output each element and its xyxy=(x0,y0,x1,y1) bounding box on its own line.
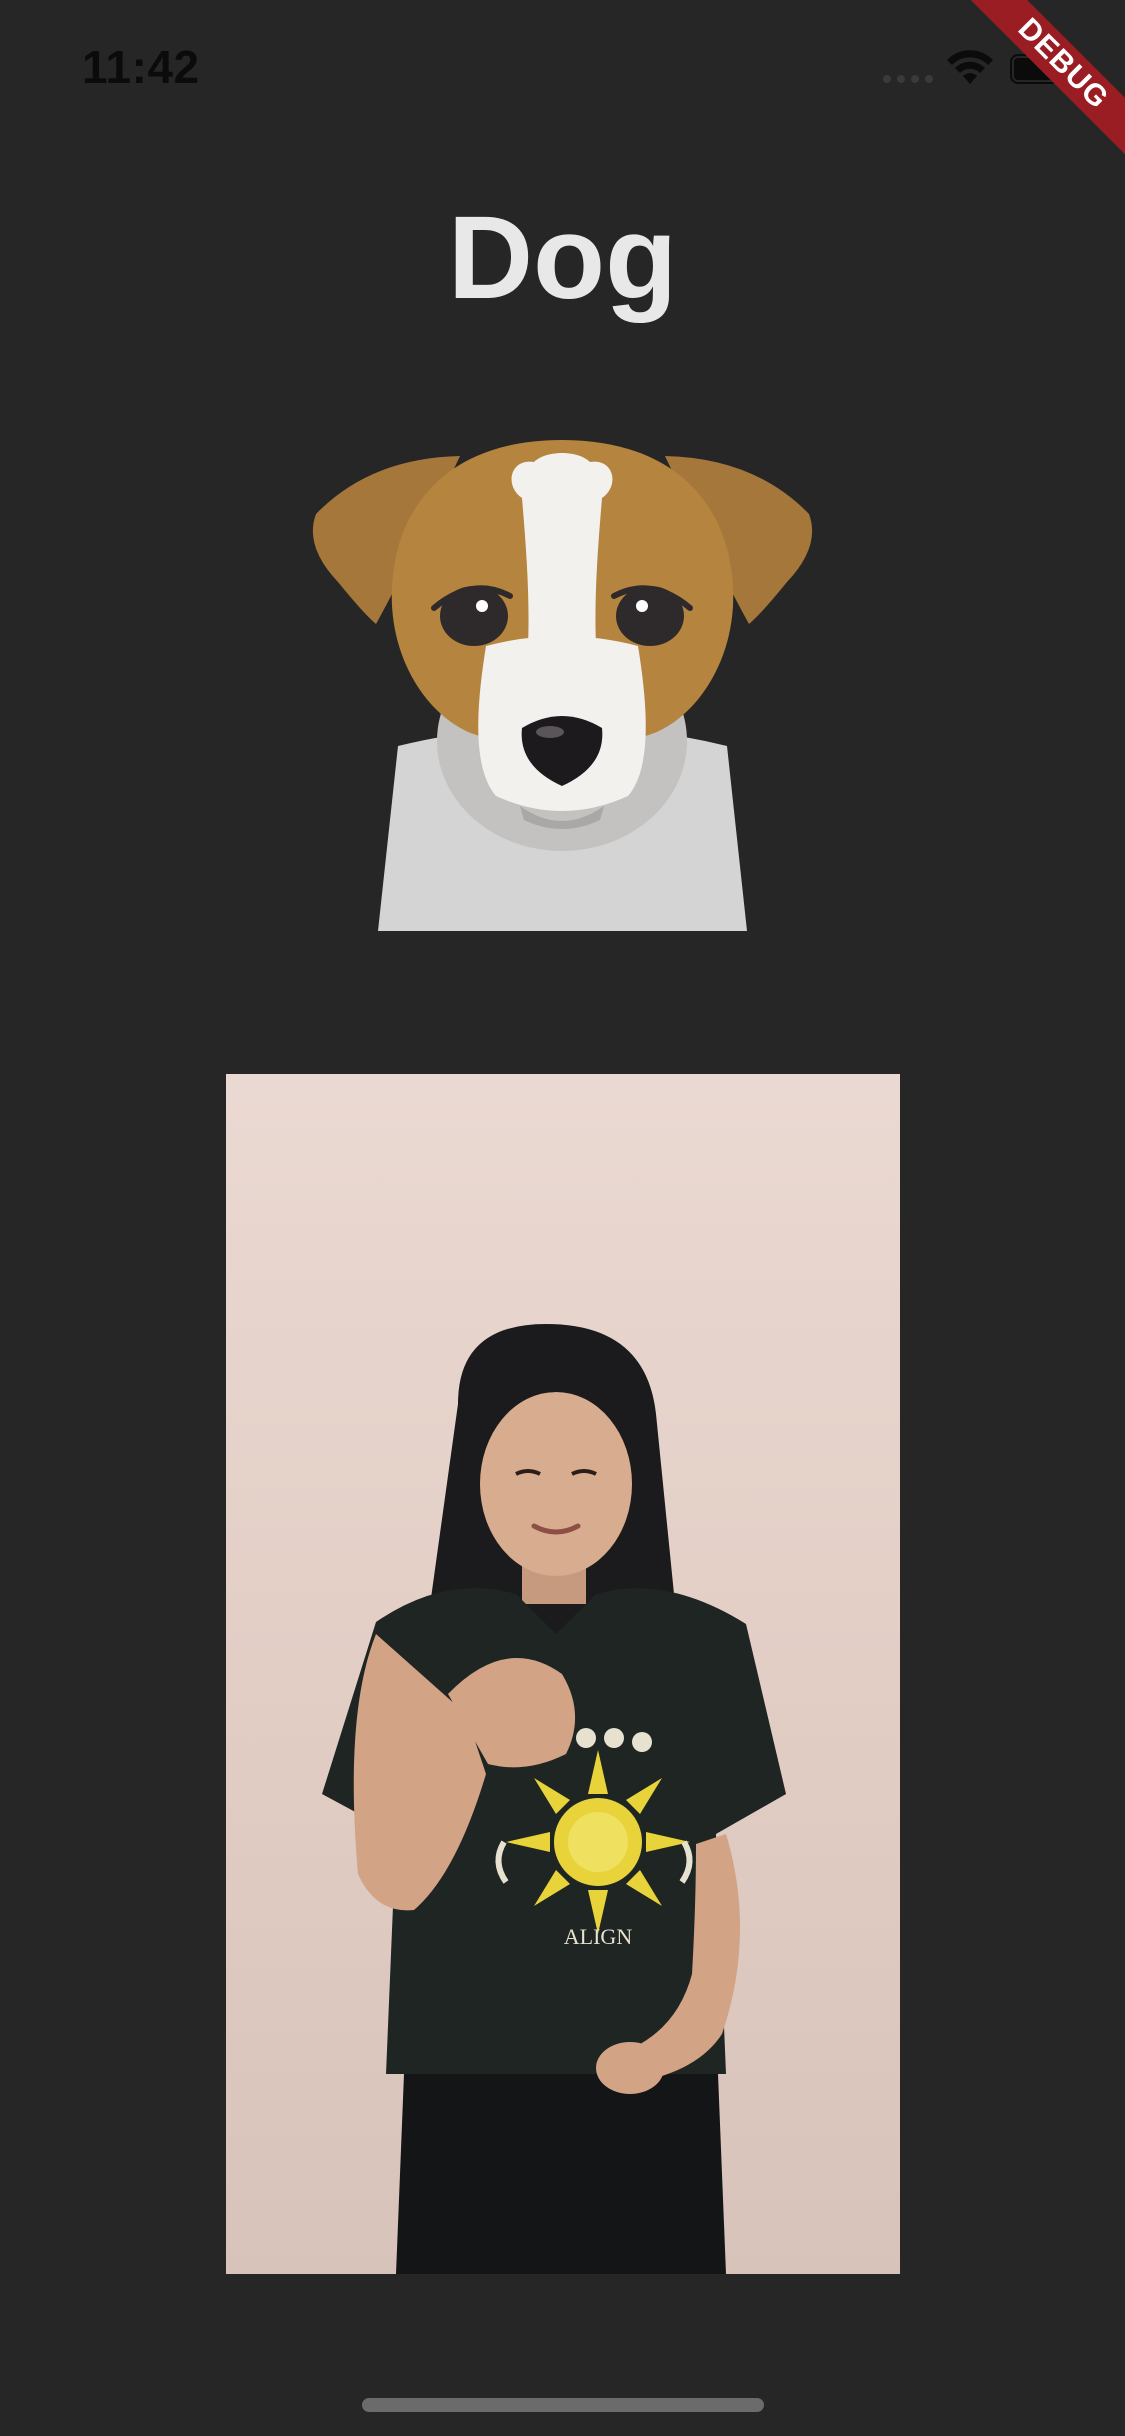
signal-dots-icon xyxy=(883,75,933,83)
shirt-text: ALIGN xyxy=(564,1924,633,1949)
wifi-icon xyxy=(947,50,993,84)
status-bar: 11:42 xyxy=(0,0,1125,132)
battery-icon xyxy=(1010,54,1076,84)
home-indicator[interactable] xyxy=(362,2398,764,2412)
person-photo-figure: ALIGN xyxy=(322,1324,786,2274)
page-title: Dog xyxy=(447,192,678,324)
dog-illustration-icon xyxy=(312,440,813,931)
status-time: 11:42 xyxy=(82,41,200,93)
person-photo: ALIGN xyxy=(226,1074,900,2274)
